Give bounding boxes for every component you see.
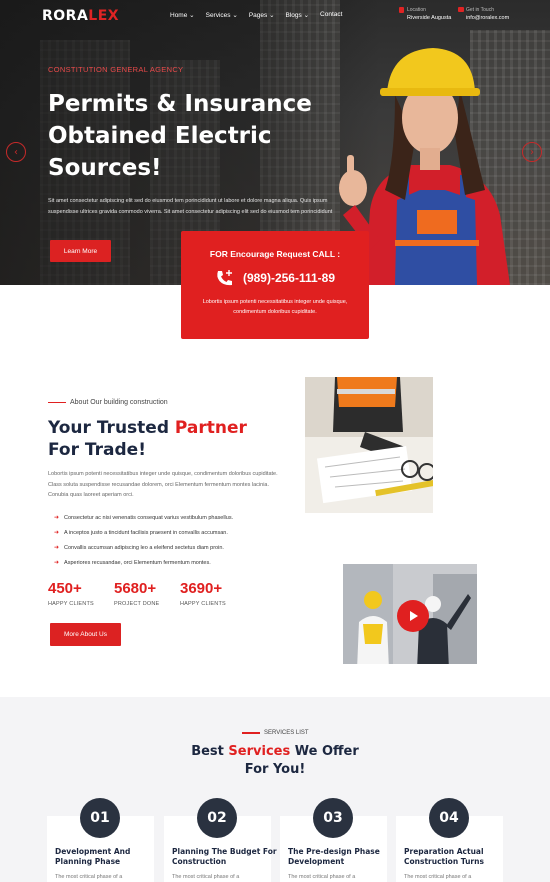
slider-next-button[interactable]: › (522, 142, 542, 162)
main-nav: Home ⌄ Services ⌄ Pages ⌄ Blogs ⌄ Contac… (170, 11, 342, 19)
service-number-badge: 04 (429, 798, 469, 838)
about-description: Lobortis ipsum potenti necessitatibus in… (48, 471, 278, 498)
service-number-badge: 01 (80, 798, 120, 838)
arrow-right-icon: ➜ (54, 515, 60, 521)
kicker-line (242, 732, 260, 734)
about-kicker: About Our building construction (48, 399, 168, 406)
nav-item-home[interactable]: Home ⌄ (170, 11, 195, 19)
stat-happy-clients-2: 3690+ HAPPY CLIENTS (180, 580, 226, 607)
chevron-down-icon: ⌄ (303, 12, 310, 19)
more-about-us-button[interactable]: More About Us (50, 623, 121, 646)
about-video-thumbnail[interactable] (340, 561, 480, 667)
service-card-title: The Pre-design Phase Development (288, 847, 380, 866)
about-checklist: ➜ Consectetur ac nisi venenatis consequat… (54, 510, 233, 570)
service-card-title: Preparation Actual Construction Turns (404, 847, 484, 866)
service-card-title: Development And Planning Phase (55, 847, 131, 866)
chevron-left-icon: ‹ (14, 146, 18, 158)
services-kicker: SERVICES LIST (242, 730, 309, 736)
stat-projects-done: 5680+ PROJECT DONE (114, 580, 160, 607)
chevron-down-icon: ⌄ (269, 12, 275, 19)
call-description: Lobortis ipsum potenti necessitatibus in… (202, 299, 348, 315)
play-icon (410, 611, 418, 621)
nav-item-services[interactable]: Services ⌄ (206, 11, 238, 19)
nav-item-pages[interactable]: Pages ⌄ (249, 11, 275, 19)
call-request-box: FOR Encourage Request CALL : (989)-256-1… (181, 231, 369, 339)
service-card-text: The most critical phase of a (404, 874, 472, 880)
blueprint-image (305, 377, 433, 513)
call-phone[interactable]: (989)-256-111-89 (181, 269, 369, 287)
location-pin-icon (399, 7, 404, 13)
service-card-title: Planning The Budget For Construction (172, 847, 277, 866)
list-item: ➜ Consectetur ac nisi venenatis consequat… (54, 514, 234, 522)
list-item: ➜ Convallis accumsan adipiscing leo a ele… (54, 544, 224, 552)
learn-more-button[interactable]: Learn More (50, 240, 111, 262)
play-button[interactable] (397, 600, 429, 632)
phone-number: (989)-256-111-89 (242, 271, 336, 285)
slider-prev-button[interactable]: ‹ (6, 142, 26, 162)
nav-item-contact[interactable]: Contact (320, 11, 342, 19)
kicker-line (48, 401, 66, 404)
nav-item-blogs[interactable]: Blogs ⌄ (286, 11, 310, 19)
list-item: ➜ Asperiores recusandae, orci Elementum f… (54, 559, 211, 567)
chevron-right-icon: › (530, 146, 534, 158)
service-card-text: The most critical phase of a (55, 874, 123, 880)
about-title: Your Trusted Partner For Trade! (48, 418, 247, 460)
call-heading: FOR Encourage Request CALL : (209, 249, 341, 259)
arrow-right-icon: ➜ (54, 545, 60, 551)
mail-info[interactable]: Get in Touch info@roralex.com (458, 7, 509, 21)
hero-description: Sit amet consectetur adipiscing elit sed… (48, 198, 333, 215)
chevron-down-icon: ⌄ (189, 12, 195, 19)
top-navigation-bar: RORALEX Home ⌄ Services ⌄ Pages ⌄ Blogs … (0, 0, 550, 34)
stat-happy-clients: 450+ HAPPY CLIENTS (48, 580, 94, 607)
service-card-text: The most critical phase of a (288, 874, 356, 880)
site-logo[interactable]: RORALEX (42, 8, 119, 24)
about-photo-planning (302, 374, 436, 516)
hero-title: Permits & Insurance Obtained Electric So… (48, 91, 312, 181)
arrow-right-icon: ➜ (54, 560, 60, 566)
services-title: Best Services We Offer For You! (191, 744, 359, 777)
phone-icon (217, 270, 232, 286)
list-item: ➜ A inceptos justo a tincidunt facilisis … (54, 529, 228, 537)
location-info: Location Riverside Augusta (399, 7, 451, 21)
chevron-down-icon: ⌄ (232, 12, 238, 19)
arrow-right-icon: ➜ (54, 530, 60, 536)
mail-icon (458, 7, 464, 12)
service-number-badge: 02 (197, 798, 237, 838)
service-number-badge: 03 (313, 798, 353, 838)
hero-subtitle: CONSTITUTION GENERAL AGENCY (48, 65, 184, 74)
service-card-text: The most critical phase of a (172, 874, 240, 880)
